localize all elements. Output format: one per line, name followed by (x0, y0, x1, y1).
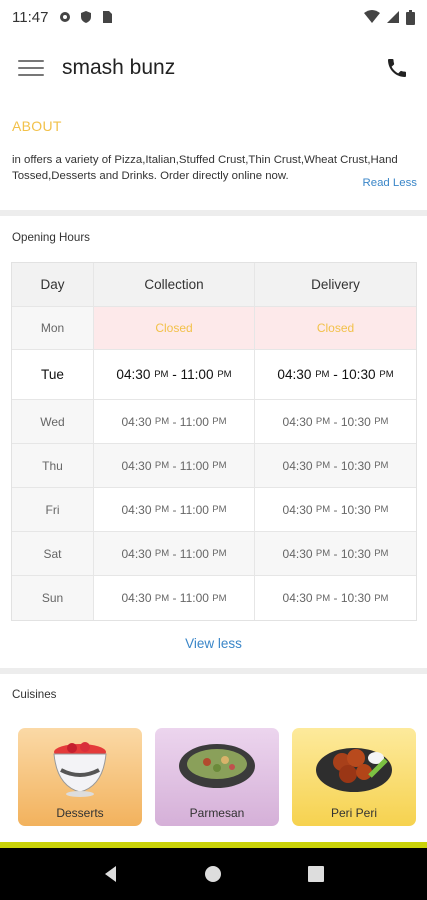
delivery-hours: 04:30 PM - 10:30 PM (282, 414, 389, 429)
header-day: Day (12, 263, 94, 306)
collection-hours: 04:30 PM - 11:00 PM (94, 576, 255, 620)
home-icon[interactable] (203, 864, 223, 884)
delivery-hours: 04:30 PM - 10:30 PM (282, 458, 389, 473)
delivery-hours: 04:30 PM - 10:30 PM (282, 546, 389, 561)
day-cell: Tue (12, 350, 94, 399)
wifi-icon (364, 10, 380, 23)
sim-card-icon (103, 11, 113, 23)
header-collection: Collection (94, 263, 255, 306)
day-cell: Sat (12, 532, 94, 575)
table-row: Wed 04:30 PM - 11:00 PM 04:30 PM - 10:30 P… (12, 400, 416, 444)
collection-hours: 04:30 PM - 11:00 PM (94, 400, 255, 443)
table-header-row: Day Collection Delivery (12, 263, 416, 307)
about-text: in offers a variety of Pizza,Italian,Stu… (12, 154, 398, 182)
collection-hours: 04:30 PM - 11:00 PM (94, 532, 255, 575)
battery-icon (406, 9, 415, 25)
day-cell: Thu (12, 444, 94, 487)
collection-closed: Closed (94, 307, 255, 349)
about-section: ABOUT in offers a variety of Pizza,Itali… (12, 118, 417, 189)
shield-icon (81, 11, 92, 23)
system-nav-bar (0, 848, 427, 900)
collection-hours: 04:30 PM - 11:00 PM (94, 488, 255, 531)
salad-plate-icon (179, 744, 255, 788)
collection-hours: 04:30 PM - 11:00 PM (94, 350, 255, 399)
app-bar: smash bunz (0, 40, 427, 96)
view-less-link[interactable]: View less (0, 636, 427, 651)
signal-icon (387, 11, 399, 23)
cuisine-name: Peri Peri (330, 806, 377, 820)
cuisine-tile-peri-peri[interactable]: Peri Peri (292, 728, 416, 826)
table-row: Sat 04:30 PM - 11:00 PM 04:30 PM - 10:30 P… (12, 532, 416, 576)
cuisine-name: Parmesan (189, 806, 245, 820)
table-row: Sun 04:30 PM - 11:00 PM 04:30 PM - 10:30 P… (12, 576, 416, 620)
cuisine-name: Desserts (56, 806, 104, 820)
day-cell: Fri (12, 488, 94, 531)
restaurant-title: smash bunz (62, 56, 176, 79)
delivery-hours: 04:30 PM - 10:30 PM (282, 591, 389, 605)
cuisines-list: Desserts Parmesan Peri Peri (18, 728, 416, 826)
about-heading: ABOUT (12, 118, 62, 134)
table-row: Thu 04:30 PM - 11:00 PM 04:30 PM - 10:30 P… (12, 444, 416, 488)
section-divider (0, 210, 427, 216)
status-time: 11:47 (12, 8, 49, 26)
cuisine-tile-desserts[interactable]: Desserts (18, 728, 142, 826)
delivery-hours: 04:30 PM - 10:30 PM (282, 502, 389, 517)
opening-hours-label: Opening Hours (12, 231, 90, 244)
hamburger-menu-icon[interactable] (18, 58, 44, 78)
cuisine-tile-parmesan[interactable]: Parmesan (155, 728, 279, 826)
chicken-wings-icon (316, 748, 392, 792)
day-cell: Sun (12, 576, 94, 620)
collection-hours: 04:30 PM - 11:00 PM (94, 444, 255, 487)
delivery-closed: Closed (255, 307, 416, 349)
read-less-link[interactable]: Read Less (363, 177, 417, 189)
table-row: Fri 04:30 PM - 11:00 PM 04:30 PM - 10:30 P… (12, 488, 416, 532)
phone-icon[interactable] (385, 56, 409, 80)
day-cell: Wed (12, 400, 94, 443)
status-bar: 11:47 (0, 0, 427, 34)
dessert-bowl-icon (53, 742, 107, 797)
status-right (364, 9, 415, 25)
section-divider (0, 668, 427, 674)
opening-hours-table: Day Collection Delivery Mon Closed Close… (11, 262, 417, 621)
settings-gear-icon (60, 12, 71, 22)
delivery-hours: 04:30 PM - 10:30 PM (277, 367, 394, 382)
header-delivery: Delivery (311, 277, 360, 292)
recents-icon[interactable] (306, 864, 326, 884)
day-cell: Mon (12, 307, 94, 349)
cuisines-label: Cuisines (12, 688, 57, 701)
table-row-today: Tue 04:30 PM - 11:00 PM 04:30 PM - 10:30… (12, 350, 416, 400)
back-icon[interactable] (101, 864, 121, 884)
table-row-closed: Mon Closed Closed (12, 307, 416, 350)
